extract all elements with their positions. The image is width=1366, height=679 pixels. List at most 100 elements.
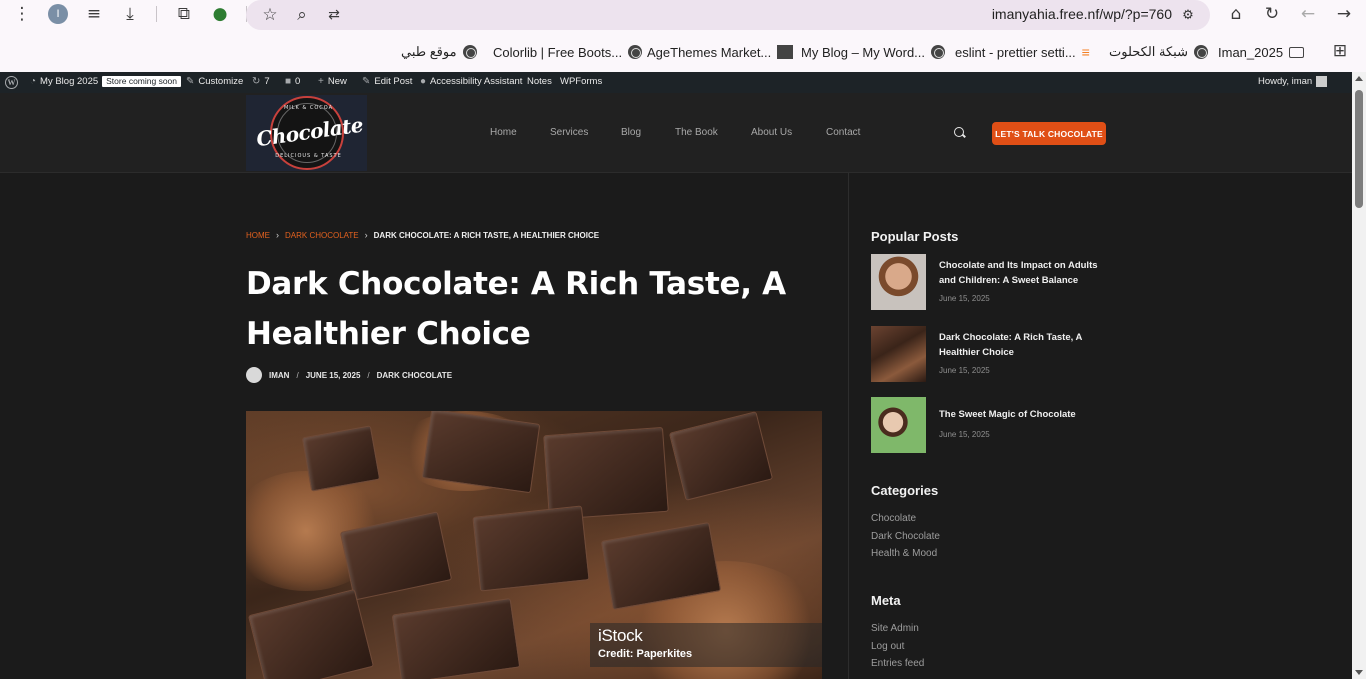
- popular-post-item[interactable]: Dark Chocolate: A Rich Taste, A Healthie…: [871, 326, 1111, 382]
- browser-toolbar: ⋮ I ≡ ⤓ ⧉ ● ☆ ⌕ ⇄ imanyahia.free.nf/wp/?…: [0, 0, 1366, 72]
- bookmark-label: شبكة الكحلوت: [1109, 44, 1188, 59]
- nav-contact[interactable]: Contact: [826, 127, 860, 138]
- admin-customize[interactable]: ✎ Customize: [186, 76, 243, 87]
- bookmark-my-blog[interactable]: My Blog – My Word...: [801, 42, 946, 62]
- wordpress-logo-icon[interactable]: W: [5, 76, 18, 89]
- admin-new[interactable]: + New: [318, 76, 347, 87]
- admin-edit-post[interactable]: ✎ Edit Post: [362, 76, 412, 87]
- zoom-icon[interactable]: ⌕: [289, 2, 315, 28]
- bookmark-star-icon[interactable]: ☆: [257, 2, 283, 28]
- logo-tagline-bottom: DELICIOUS & TASTE: [275, 153, 342, 159]
- post-meta: IMAN / JUNE 15, 2025 / DARK CHOCOLATE: [246, 367, 452, 383]
- admin-notes[interactable]: Notes: [527, 76, 552, 87]
- extensions-icon[interactable]: ⧉: [171, 1, 197, 27]
- category-link[interactable]: Health & Mood: [871, 548, 937, 559]
- wpforms-label: WPForms: [560, 76, 603, 87]
- profile-avatar[interactable]: I: [48, 4, 68, 24]
- bookmark-kahlout[interactable]: شبكة الكحلوت: [1109, 42, 1208, 62]
- bookmark-medical[interactable]: موقع طبي: [401, 42, 477, 62]
- nav-home[interactable]: Home: [490, 127, 517, 138]
- updates-icon: ↻: [252, 76, 261, 87]
- nav-about-us[interactable]: About Us: [751, 127, 792, 138]
- bookmark-eslint[interactable]: eslint - prettier setti... ≡: [955, 42, 1090, 62]
- translate-icon[interactable]: ⇄: [321, 2, 347, 28]
- globe-icon: [1193, 45, 1208, 59]
- popular-post-title[interactable]: The Sweet Magic of Chocolate: [939, 407, 1109, 422]
- chevron-right-icon: ›: [364, 230, 368, 240]
- post-thumbnail[interactable]: [871, 254, 926, 310]
- new-label: New: [327, 76, 347, 87]
- meta-separator: /: [296, 370, 299, 380]
- toolbar-divider: [156, 6, 157, 22]
- address-bar[interactable]: ☆ ⌕ ⇄ imanyahia.free.nf/wp/?p=760 ⚙: [246, 0, 1210, 30]
- logo-tagline-top: MILK & COCOA: [283, 105, 334, 111]
- bookmark-colorlib[interactable]: Colorlib | Free Boots...: [493, 42, 643, 62]
- post-author[interactable]: IMAN: [269, 371, 289, 380]
- meta-link[interactable]: Log out: [871, 641, 904, 652]
- breadcrumb: HOME › DARK CHOCOLATE › DARK CHOCOLATE: …: [246, 230, 599, 240]
- reload-icon[interactable]: ↻: [1259, 1, 1285, 27]
- bookmark-agethemes[interactable]: AgeThemes Market...: [647, 42, 794, 62]
- home-icon[interactable]: ⌂: [1223, 1, 1249, 27]
- edit-post-label: Edit Post: [374, 76, 413, 87]
- breadcrumb-category[interactable]: DARK CHOCOLATE: [285, 231, 359, 240]
- admin-comments[interactable]: ■ 0: [285, 76, 300, 87]
- back-icon[interactable]: ←: [1295, 1, 1321, 27]
- media-queue-icon[interactable]: ≡: [81, 1, 107, 27]
- admin-site-name[interactable]: ◔ My Blog 2025 Store coming soon: [30, 76, 182, 87]
- popular-post-title[interactable]: Dark Chocolate: A Rich Taste, A Healthie…: [939, 330, 1109, 360]
- updates-count: 7: [264, 76, 270, 87]
- brush-icon: ✎: [186, 76, 195, 87]
- extension-globe-icon[interactable]: ●: [207, 1, 233, 27]
- chocolate-square: [668, 411, 774, 501]
- search-icon[interactable]: [954, 127, 966, 139]
- admin-accessibility[interactable]: ● Accessibility Assistant: [420, 76, 522, 87]
- bookmark-iman-2025[interactable]: Iman_2025: [1218, 42, 1305, 62]
- category-link[interactable]: Dark Chocolate: [871, 531, 940, 542]
- admin-wpforms[interactable]: WPForms: [560, 76, 602, 87]
- category-link[interactable]: Chocolate: [871, 513, 916, 524]
- popular-post-item[interactable]: The Sweet Magic of Chocolate June 15, 20…: [871, 397, 1111, 453]
- meta-link[interactable]: Site Admin: [871, 623, 919, 634]
- download-icon[interactable]: ⤓: [117, 1, 143, 27]
- folder-icon: [1289, 46, 1305, 58]
- admin-howdy[interactable]: Howdy, iman: [1258, 76, 1328, 87]
- scroll-up-arrow-icon[interactable]: [1355, 76, 1363, 81]
- breadcrumb-home[interactable]: HOME: [246, 231, 270, 240]
- popular-post-title[interactable]: Chocolate and Its Impact on Adults and C…: [939, 258, 1109, 288]
- logo-badge: MILK & COCOA Chocolate DELICIOUS & TASTE: [254, 96, 364, 170]
- menu-kebab-icon[interactable]: ⋮: [9, 1, 35, 27]
- image-credit: Credit: Paperkites: [598, 648, 693, 660]
- apps-grid-icon[interactable]: ⊞: [1327, 38, 1353, 64]
- popular-post-date: June 15, 2025: [939, 366, 990, 375]
- categories-title: Categories: [871, 483, 939, 498]
- scroll-down-arrow-icon[interactable]: [1355, 670, 1363, 675]
- meta-link[interactable]: Entries feed: [871, 658, 924, 669]
- page-scrollbar[interactable]: [1352, 72, 1366, 679]
- notes-label: Notes: [527, 76, 552, 87]
- post-thumbnail[interactable]: [871, 326, 926, 382]
- user-avatar: [1316, 76, 1328, 87]
- admin-updates[interactable]: ↻ 7: [252, 76, 270, 87]
- cta-button[interactable]: LET'S TALK CHOCOLATE: [992, 122, 1106, 145]
- chocolate-square: [543, 426, 669, 521]
- url-text[interactable]: imanyahia.free.nf/wp/?p=760: [992, 6, 1172, 22]
- nav-services[interactable]: Services: [550, 127, 588, 138]
- popular-post-date: June 15, 2025: [939, 294, 990, 303]
- nav-blog[interactable]: Blog: [621, 127, 641, 138]
- howdy-label: Howdy, iman: [1258, 76, 1313, 87]
- breadcrumb-current: DARK CHOCOLATE: A RICH TASTE, A HEALTHIE…: [373, 230, 600, 240]
- post-category[interactable]: DARK CHOCOLATE: [377, 371, 452, 380]
- popular-post-item[interactable]: Chocolate and Its Impact on Adults and C…: [871, 254, 1111, 310]
- accessibility-icon: ●: [420, 76, 427, 87]
- scrollbar-thumb[interactable]: [1355, 90, 1363, 208]
- site-info-icon[interactable]: ⚙: [1178, 5, 1198, 25]
- bookmark-label: موقع طبي: [401, 44, 457, 59]
- site-logo[interactable]: MILK & COCOA Chocolate DELICIOUS & TASTE: [246, 95, 367, 171]
- content-divider: [848, 173, 849, 679]
- forward-icon[interactable]: →: [1331, 1, 1357, 27]
- globe-icon: [628, 45, 643, 59]
- post-title: Dark Chocolate: A Rich Taste, A Healthie…: [246, 259, 806, 359]
- post-thumbnail[interactable]: [871, 397, 926, 453]
- nav-the-book[interactable]: The Book: [675, 127, 718, 138]
